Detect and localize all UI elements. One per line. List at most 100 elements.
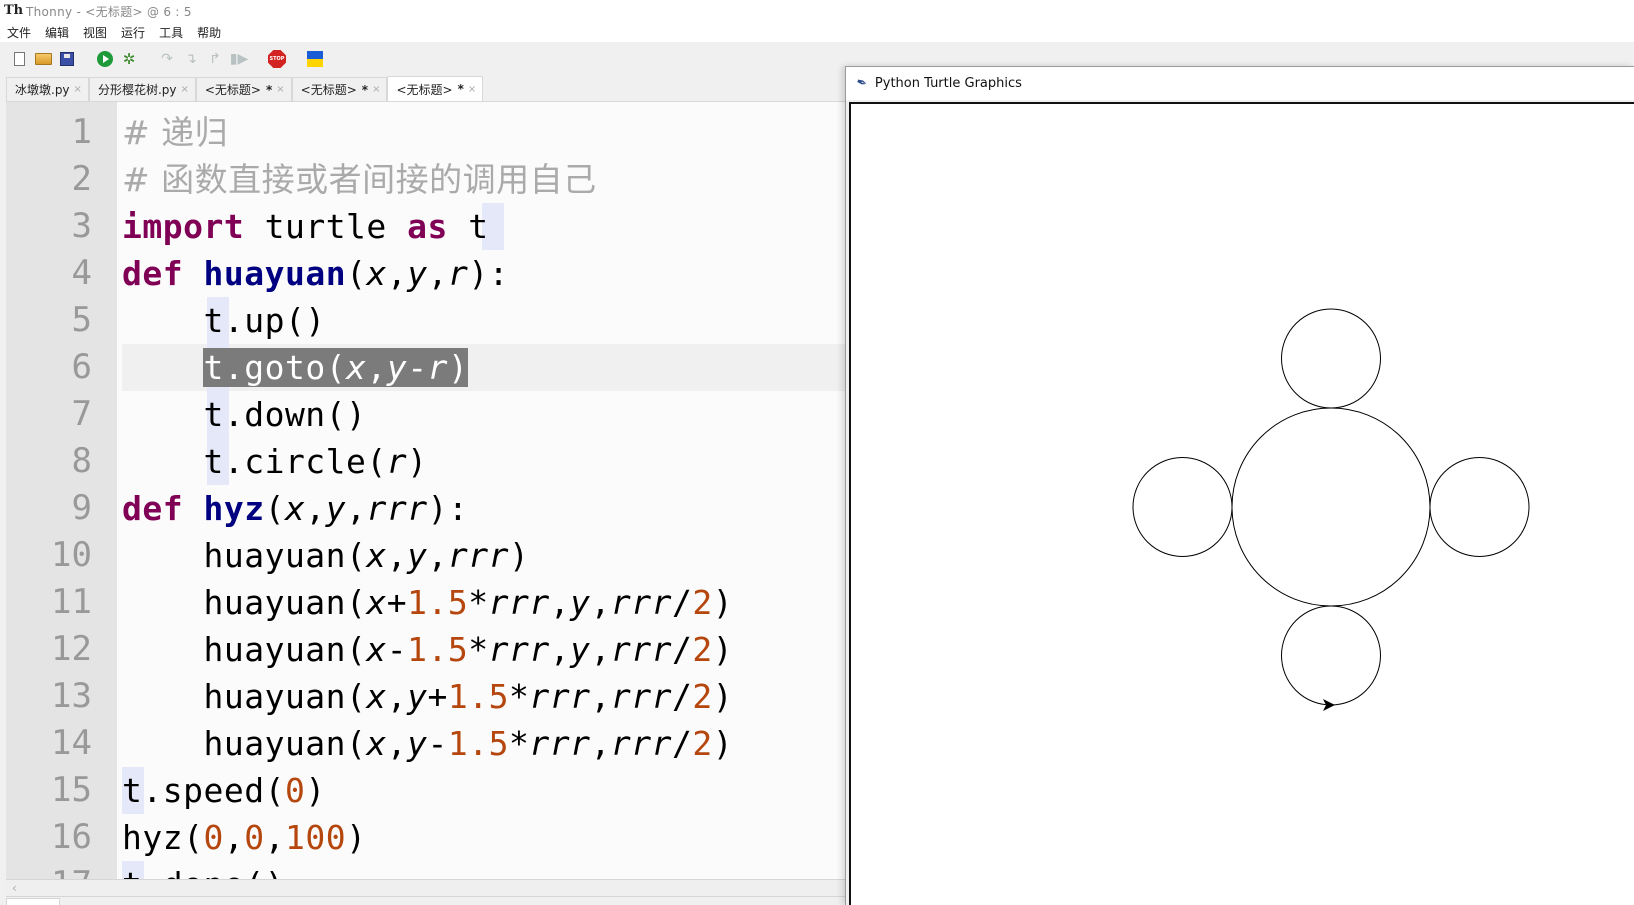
modified-marker: * (457, 82, 464, 96)
menu-view[interactable]: 视图 (83, 24, 107, 41)
ukraine-flag-icon (307, 51, 323, 67)
code-line[interactable]: 10 huayuan(x,y,rrr) (6, 532, 846, 579)
new-file-icon (13, 52, 25, 66)
turtle-graphics-window: ✒ Python Turtle Graphics (845, 66, 1634, 905)
scroll-left-icon[interactable]: ‹ (12, 880, 17, 897)
step-over-button[interactable]: ↷ (157, 49, 177, 69)
code-line[interactable]: 14 huayuan(x,y-1.5*rrr,rrr/2) (6, 720, 846, 767)
tab-label: <无标题> (204, 83, 261, 97)
code-text: huayuan(x-1.5*rrr,y,rrr/2) (122, 630, 734, 669)
code-line[interactable]: 11 huayuan(x+1.5*rrr,y,rrr/2) (6, 579, 846, 626)
save-file-button[interactable] (57, 49, 77, 69)
line-number: 8 (71, 441, 92, 481)
line-number: 5 (71, 300, 92, 340)
new-file-button[interactable] (9, 49, 29, 69)
code-text: def hyz(x,y,rrr): (122, 489, 469, 528)
code-line[interactable]: 17 t.done() (6, 861, 846, 879)
code-text: t.down() (122, 395, 367, 434)
open-file-button[interactable] (33, 49, 53, 69)
step-out-button[interactable]: ↱ (205, 49, 225, 69)
line-number: 10 (51, 535, 92, 575)
stop-icon: STOP (268, 50, 286, 68)
close-icon[interactable]: × (180, 84, 188, 95)
step-into-icon: ↴ (185, 51, 197, 67)
turtle-window-title: Python Turtle Graphics (874, 76, 1022, 91)
menu-tools[interactable]: 工具 (159, 24, 183, 41)
code-text: huayuan(x,y+1.5*rrr,rrr/2) (122, 677, 734, 716)
code-line[interactable]: 6 t.goto(x,y-r) (6, 344, 846, 391)
line-number: 2 (71, 159, 92, 199)
line-number: 9 (71, 488, 92, 528)
menu-edit[interactable]: 编辑 (45, 24, 69, 41)
line-number: 6 (71, 347, 92, 387)
step-out-icon: ↱ (209, 51, 221, 67)
text-selection: t.goto(x,y-r) (203, 348, 469, 387)
close-icon[interactable]: × (372, 84, 380, 95)
turtle-window-titlebar: ✒ Python Turtle Graphics (846, 67, 1634, 100)
menu-help[interactable]: 帮助 (197, 24, 221, 41)
stop-button[interactable]: STOP (267, 49, 287, 69)
code-line[interactable]: 4 def huayuan(x,y,r): (6, 250, 846, 297)
title-bar: Th Thonny - <无标题> @ 6 : 5 (0, 0, 1634, 22)
code-line[interactable]: 9 def hyz(x,y,rrr): (6, 485, 846, 532)
save-icon (60, 52, 74, 66)
horizontal-scrollbar[interactable]: ‹ (6, 879, 846, 897)
center-circle (1231, 407, 1431, 607)
tab-untitled-2[interactable]: <无标题> * × (291, 77, 388, 101)
menu-bar: 文件 编辑 视图 运行 工具 帮助 (0, 22, 1634, 42)
tab-untitled-1[interactable]: <无标题> * × (195, 77, 292, 101)
turtle-canvas[interactable] (849, 102, 1634, 905)
satellite-circle (1132, 457, 1233, 557)
close-icon[interactable]: × (74, 84, 82, 95)
bug-icon: ✲ (122, 49, 136, 68)
line-number: 16 (51, 817, 92, 857)
code-text: # 递归 (122, 113, 229, 152)
menu-file[interactable]: 文件 (7, 24, 31, 41)
thonny-logo-icon: Th (4, 3, 24, 18)
code-editor[interactable]: 1 # 递归 2 # 函数直接或者间接的调用自己 3 import turtle as t… (6, 101, 846, 879)
tab-label: <无标题> (396, 82, 453, 97)
code-line[interactable]: 7 t.down() (6, 391, 846, 438)
menu-run[interactable]: 运行 (121, 24, 145, 41)
code-text: import turtle as t (122, 207, 489, 246)
satellite-circle (1281, 605, 1381, 706)
code-line[interactable]: 13 huayuan(x,y+1.5*rrr,rrr/2) (6, 673, 846, 720)
line-number: 15 (51, 770, 92, 810)
run-button[interactable] (95, 49, 115, 69)
line-number: 4 (71, 253, 92, 293)
tab-untitled-3-active[interactable]: <无标题> * × (387, 76, 484, 101)
code-text: t.speed(0) (122, 771, 326, 810)
code-text: t.up() (122, 301, 326, 340)
code-line[interactable]: 3 import turtle as t (6, 203, 846, 250)
close-icon[interactable]: × (276, 84, 284, 95)
window-title: Thonny - <无标题> @ 6 : 5 (26, 4, 192, 19)
step-into-button[interactable]: ↴ (181, 49, 201, 69)
code-text: def huayuan(x,y,r): (122, 254, 510, 293)
code-text: # 函数直接或者间接的调用自己 (122, 160, 597, 199)
code-text: hyz(0,0,100) (122, 818, 367, 857)
line-number: 13 (51, 676, 92, 716)
resume-icon: ▮▶ (229, 51, 249, 67)
satellite-circle (1429, 457, 1530, 557)
code-line[interactable]: 16 hyz(0,0,100) (6, 814, 846, 861)
resume-button[interactable]: ▮▶ (229, 49, 249, 69)
tab-fractal-sakura[interactable]: 分形樱花树.py × (88, 77, 196, 101)
close-icon[interactable]: × (468, 84, 476, 95)
support-ukraine-button[interactable] (305, 49, 325, 69)
code-line[interactable]: 2 # 函数直接或者间接的调用自己 (6, 156, 846, 203)
code-line[interactable]: 1 # 递归 (6, 109, 846, 156)
shell-tab-stub (6, 898, 60, 905)
tab-bingdundun[interactable]: 冰墩墩.py × (6, 77, 89, 101)
debug-button[interactable]: ✲ (119, 49, 139, 69)
run-icon (97, 51, 113, 67)
code-line[interactable]: 15 t.speed(0) (6, 767, 846, 814)
line-number: 7 (71, 394, 92, 434)
open-folder-icon (34, 53, 52, 65)
code-text: t.done() (122, 861, 285, 879)
code-line[interactable]: 8 t.circle(r) (6, 438, 846, 485)
code-line[interactable]: 12 huayuan(x-1.5*rrr,y,rrr/2) (6, 626, 846, 673)
code-line[interactable]: 5 t.up() (6, 297, 846, 344)
tab-label: 分形樱花树.py (97, 83, 177, 97)
line-number: 14 (51, 723, 92, 763)
modified-marker: * (266, 82, 273, 97)
